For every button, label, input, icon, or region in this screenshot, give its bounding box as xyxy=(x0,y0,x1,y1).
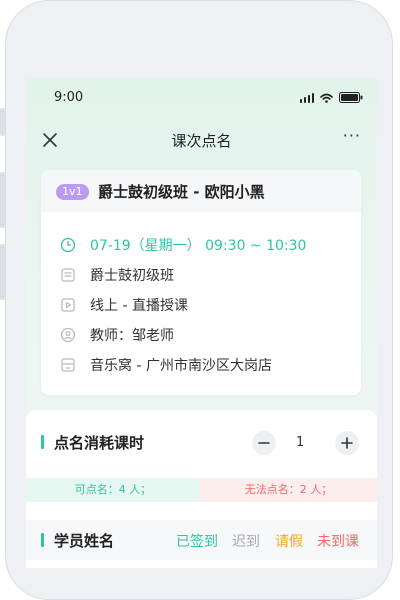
lesson-type-badge: 1v1 xyxy=(56,184,89,200)
legend-checked-in: 已签到 xyxy=(176,534,218,550)
video-icon xyxy=(61,298,75,312)
signal-icon xyxy=(299,92,314,103)
lesson-teacher: 教师：邹老师 xyxy=(90,328,174,344)
lesson-location: 音乐窝 - 广州市南沙区大岗店 xyxy=(90,358,272,374)
lesson-datetime-row: 07-19（星期一） 09:30 ~ 10:30 xyxy=(60,235,306,255)
lesson-teacher-row: 教师：邹老师 xyxy=(60,325,174,345)
phone-side-button xyxy=(0,108,5,136)
app-screen: 9:00 课次点名 ··· 1v1 爵士鼓初级班 - 欧阳小黑 07-19（星期… xyxy=(26,78,377,568)
lesson-mode: 线上 - 直播授课 xyxy=(90,298,188,314)
legend-late: 迟到 xyxy=(232,534,260,550)
roll-call-panel: 点名消耗课时 1 可点名：4 人； 无法点名：2 人； 学员姓名 已签到 迟到 … xyxy=(26,410,377,568)
battery-icon xyxy=(339,92,363,103)
phone-side-button xyxy=(0,244,5,300)
lesson-class-name: 爵士鼓初级班 xyxy=(90,268,174,284)
lesson-title: 爵士鼓初级班 - 欧阳小黑 xyxy=(98,183,265,201)
class-icon xyxy=(61,268,75,282)
plus-icon xyxy=(341,437,353,449)
student-list-header: 学员姓名 已签到 迟到 请假 未到课 xyxy=(26,520,377,560)
status-bar: 9:00 xyxy=(26,78,377,118)
section-marker xyxy=(41,533,44,547)
phone-side-button xyxy=(0,172,5,228)
lesson-location-row: 音乐窝 - 广州市南沙区大岗店 xyxy=(60,355,272,375)
clock-icon xyxy=(60,237,76,253)
minus-button[interactable] xyxy=(252,431,276,455)
section-marker xyxy=(41,435,44,449)
legend-absent: 未到课 xyxy=(317,534,359,550)
minus-icon xyxy=(258,442,270,444)
roll-call-summary: 可点名：4 人； 无法点名：2 人； xyxy=(26,478,377,502)
cannot-call-count: 无法点名：2 人； xyxy=(200,478,377,502)
teacher-icon xyxy=(60,327,76,343)
lesson-class-row: 爵士鼓初级班 xyxy=(60,265,174,285)
store-icon xyxy=(61,358,75,372)
can-call-count: 可点名：4 人； xyxy=(26,478,200,502)
plus-button[interactable] xyxy=(335,431,359,455)
more-icon[interactable]: ··· xyxy=(343,126,361,145)
legend-leave: 请假 xyxy=(275,534,303,550)
student-name-title: 学员姓名 xyxy=(54,532,115,550)
page-title: 课次点名 xyxy=(171,132,232,150)
consumption-value: 1 xyxy=(296,435,305,450)
wifi-icon xyxy=(320,93,333,103)
lesson-datetime: 07-19（星期一） 09:30 ~ 10:30 xyxy=(90,238,307,254)
nav-bar: 课次点名 ··· xyxy=(26,124,377,160)
lesson-card: 1v1 爵士鼓初级班 - 欧阳小黑 07-19（星期一） 09:30 ~ 10:… xyxy=(41,170,361,395)
status-icons xyxy=(299,92,364,103)
consumption-title: 点名消耗课时 xyxy=(54,434,145,452)
status-time: 9:00 xyxy=(54,90,84,105)
lesson-mode-row: 线上 - 直播授课 xyxy=(60,295,188,315)
lesson-card-header: 1v1 爵士鼓初级班 - 欧阳小黑 xyxy=(41,170,361,212)
